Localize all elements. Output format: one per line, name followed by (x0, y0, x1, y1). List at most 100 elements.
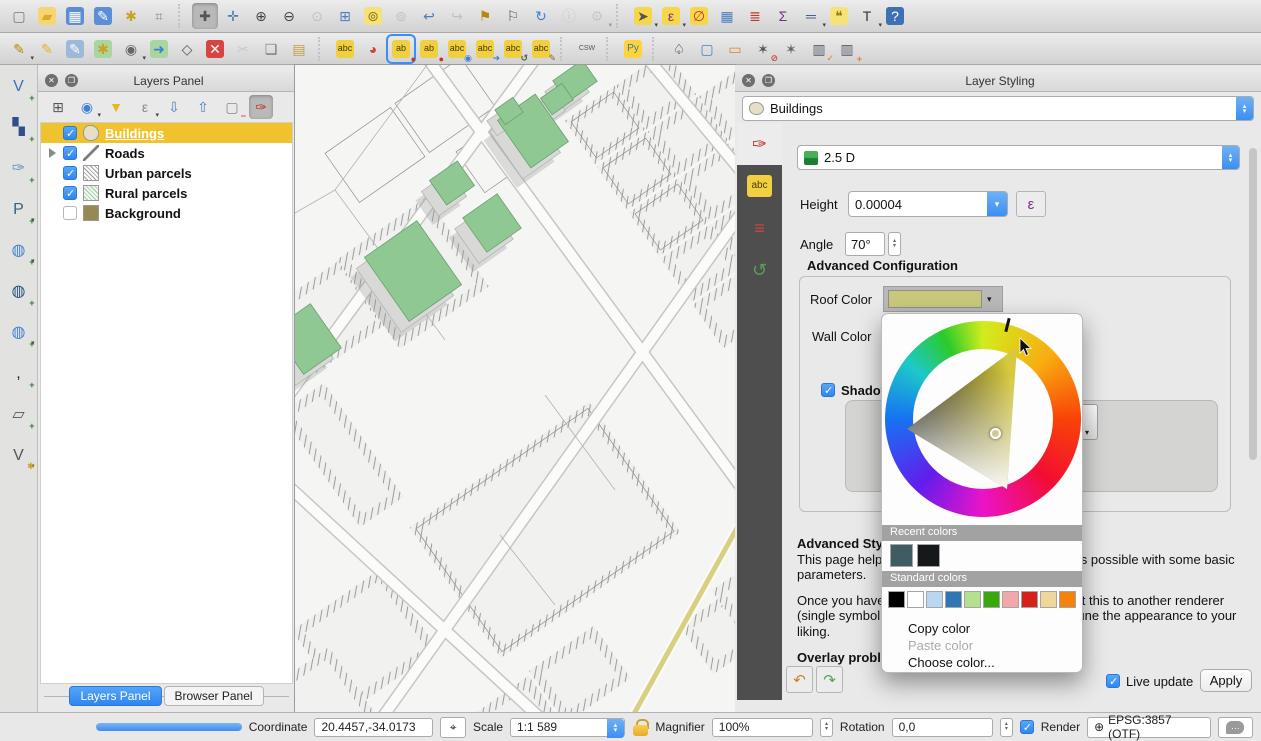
saturation-triangle[interactable] (885, 321, 1081, 517)
rotation-stepper[interactable] (1000, 718, 1013, 737)
add-circular-string-button[interactable]: ◉ ▾ (118, 36, 144, 62)
open-styling-panel-button[interactable]: ✑ (249, 95, 273, 119)
transform-frame-button[interactable]: ▭ (722, 36, 748, 62)
layer-checkbox[interactable] (63, 166, 77, 180)
recent-color-swatch[interactable] (890, 544, 913, 567)
magic-wand-button[interactable]: ✶ (778, 36, 804, 62)
tab-history[interactable]: ↺ (737, 249, 782, 291)
expander-icon[interactable] (47, 168, 57, 178)
layer-checkbox[interactable] (63, 206, 77, 220)
labeling-options-button[interactable]: abc (332, 36, 358, 62)
tab-browser-panel[interactable]: Browser Panel (164, 686, 264, 706)
layer-checkbox[interactable] (63, 146, 77, 160)
recent-color-swatch[interactable] (917, 544, 940, 567)
collapse-all-button[interactable]: ⇧ (191, 95, 215, 119)
layer-row-buildings[interactable]: Buildings (41, 123, 292, 143)
map-canvas[interactable] (295, 65, 735, 712)
render-checkbox[interactable] (1020, 720, 1034, 734)
save-project-button[interactable]: ▦ (62, 3, 88, 29)
live-update-checkbox[interactable] (1106, 674, 1120, 688)
roof-color-button[interactable] (883, 286, 1003, 312)
mouse-position-icon[interactable]: ⌖ (440, 717, 466, 738)
menu-paste-color[interactable]: Paste color (882, 637, 1082, 654)
run-feature-action-button[interactable]: ⚙ ▾ (584, 3, 610, 29)
pin-labels-button[interactable]: ab ● (388, 36, 414, 62)
map-tips-button[interactable]: ❝ (826, 3, 852, 29)
layer-row-background[interactable]: Background (41, 203, 292, 223)
layer-checkbox[interactable] (63, 186, 77, 200)
metasearch-csw-button[interactable]: CSW (574, 36, 600, 62)
scale-combo[interactable]: 1:1 589 (510, 718, 625, 737)
tab-style-manager[interactable]: ≡ (737, 207, 782, 249)
close-icon[interactable]: ✕ (742, 74, 755, 87)
renderer-combo[interactable]: 2.5 D (797, 145, 1240, 170)
rotation-input[interactable]: 0,0 (892, 718, 993, 737)
move-feature-button[interactable]: ➜ (146, 36, 172, 62)
zoom-to-layer-button[interactable]: ⊚ (360, 3, 386, 29)
messages-button[interactable]: … (1218, 717, 1253, 738)
open-project-button[interactable]: ▰ (34, 3, 60, 29)
copy-features-button[interactable]: ❏ (258, 36, 284, 62)
add-vector-layer-button[interactable]: V + (5, 73, 33, 101)
float-icon[interactable]: ❐ (65, 74, 78, 87)
add-postgis-layer-button[interactable]: P ▾ + (5, 196, 33, 224)
move-label-button[interactable]: abc ➜ (472, 36, 498, 62)
expander-icon[interactable] (47, 188, 57, 198)
field-calculator-button[interactable]: ≣ (742, 3, 768, 29)
zoom-in-button[interactable]: ⊕ (248, 3, 274, 29)
pan-to-selection-button[interactable]: ✛ (220, 3, 246, 29)
standard-color-swatch[interactable] (964, 591, 981, 608)
extent-rectangle-button[interactable]: ▢ (694, 36, 720, 62)
new-shapefile-layer-button[interactable]: ▱ + (5, 401, 33, 429)
filter-expression-button[interactable]: ε ▾ (133, 95, 157, 119)
magic-wand-red-button[interactable]: ✶ ⊘ (750, 36, 776, 62)
expander-icon[interactable] (47, 128, 57, 138)
float-icon[interactable]: ❐ (762, 74, 775, 87)
expand-all-button[interactable]: ⇩ (162, 95, 186, 119)
current-edits-button[interactable]: ✎ ▾ (6, 36, 32, 62)
measure-button[interactable]: ═ ▾ (798, 3, 824, 29)
standard-color-swatch[interactable] (945, 591, 962, 608)
new-bookmark-button[interactable]: ⚑ (472, 3, 498, 29)
python-console-button[interactable]: Py (620, 36, 646, 62)
zoom-full-button[interactable]: ⊞ (332, 3, 358, 29)
apply-button[interactable]: Apply (1200, 669, 1252, 692)
delete-selected-button[interactable]: ✕ (202, 36, 228, 62)
tab-layers-panel[interactable]: Layers Panel (69, 686, 161, 706)
redo-button[interactable]: ↷ (816, 666, 843, 693)
show-hide-labels-button[interactable]: abc ◉ (444, 36, 470, 62)
crs-status-button[interactable]: ⊕ EPSG:3857 (OTF) (1087, 717, 1211, 738)
menu-choose-color[interactable]: Choose color... (882, 654, 1082, 671)
add-delimited-text-layer-button[interactable]: , + (5, 360, 33, 388)
magnifier-input[interactable]: 100% (712, 718, 813, 737)
cut-features-button[interactable]: ✂ (230, 36, 256, 62)
standard-color-swatch[interactable] (1002, 591, 1019, 608)
standard-color-swatch[interactable] (907, 591, 924, 608)
layer-row-rural-parcels[interactable]: Rural parcels (41, 183, 292, 203)
scale-lock-icon[interactable] (632, 717, 649, 737)
magnifier-stepper[interactable] (820, 718, 833, 737)
highlight-pinned-labels-button[interactable]: ab ● (416, 36, 442, 62)
shadow-checkbox[interactable] (821, 383, 835, 397)
expression-button[interactable]: ε (1016, 191, 1046, 217)
remove-layer-button[interactable]: ▢ − (220, 95, 244, 119)
rotate-label-button[interactable]: abc ↺ (500, 36, 526, 62)
add-wcs-layer-button[interactable]: ◍ + (5, 278, 33, 306)
identify-features-button[interactable]: ⓘ (556, 3, 582, 29)
angle-input[interactable]: 70° (845, 232, 885, 256)
expander-icon[interactable] (47, 208, 57, 218)
zoom-next-button[interactable]: ↪ (444, 3, 470, 29)
statistics-button[interactable]: Σ (770, 3, 796, 29)
composer-manager-button[interactable]: ⌗ (146, 3, 172, 29)
annotation-arrow-button[interactable]: ♤ (666, 36, 692, 62)
select-by-expression-button[interactable]: ε ▾ (658, 3, 684, 29)
refresh-button[interactable]: ↻ (528, 3, 554, 29)
map-composition-check-button[interactable]: ▥ ✓ (806, 36, 832, 62)
zoom-native-button[interactable]: ⊙ (304, 3, 330, 29)
filter-legend-button[interactable]: ▼ (104, 95, 128, 119)
manage-visibility-button[interactable]: ◉ ▾ (75, 95, 99, 119)
add-wms-layer-button[interactable]: ◍ ▾ + (5, 237, 33, 265)
standard-color-swatch[interactable] (1021, 591, 1038, 608)
diagram-options-button[interactable]: ◕ (360, 36, 386, 62)
toggle-editing-button[interactable]: ✎ (34, 36, 60, 62)
